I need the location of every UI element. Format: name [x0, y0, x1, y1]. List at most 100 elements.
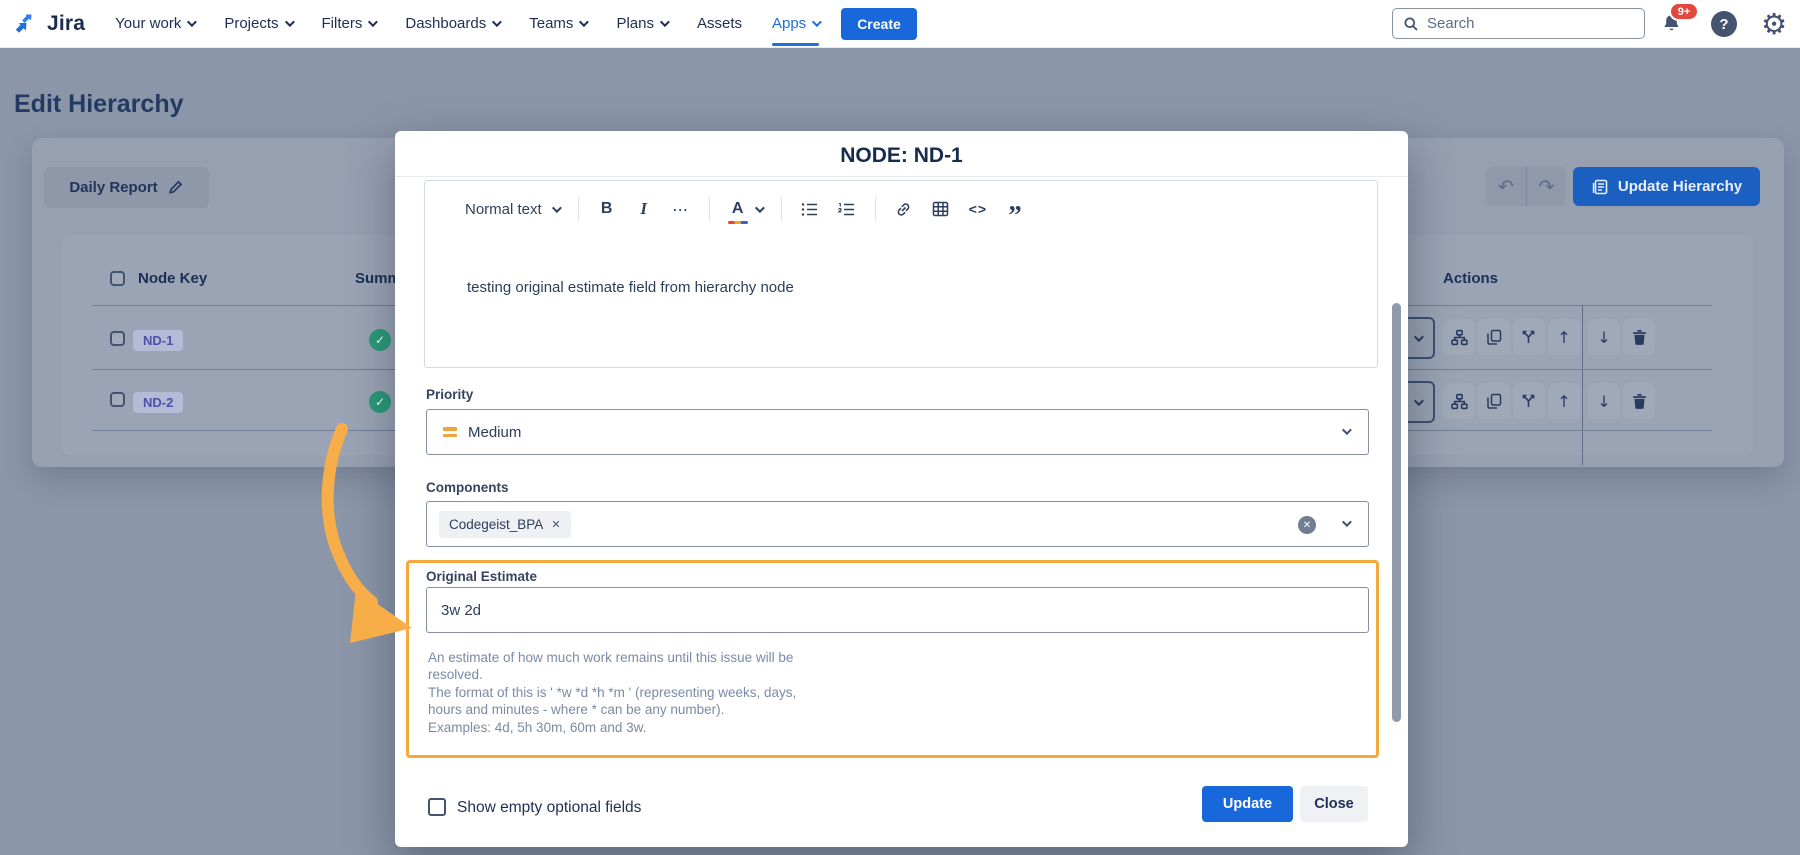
- show-empty-fields-checkbox[interactable]: [428, 798, 446, 816]
- editor-toolbar: Normal text B I ⋯ A: [465, 197, 1024, 221]
- italic-button[interactable]: I: [635, 197, 653, 221]
- chevron-down-icon: [1342, 425, 1352, 435]
- move-up-button[interactable]: ↑: [1548, 319, 1580, 355]
- chevron-down-icon[interactable]: [755, 203, 765, 213]
- nav-item-projects[interactable]: Projects: [224, 0, 291, 48]
- move-down-button[interactable]: ↓: [1588, 383, 1620, 419]
- numbered-list-icon: [838, 202, 855, 217]
- search-input[interactable]: [1427, 15, 1607, 32]
- branch-icon: [1521, 329, 1537, 345]
- description-editor[interactable]: Normal text B I ⋯ A: [424, 180, 1378, 368]
- jira-screen: Jira Your work Projects Filters Dashboar…: [0, 0, 1800, 855]
- modal-title: NODE: ND-1: [395, 144, 1408, 168]
- top-nav: Jira Your work Projects Filters Dashboar…: [0, 0, 1800, 48]
- numbered-list-button[interactable]: [838, 197, 856, 221]
- notification-count-badge: 9+: [1669, 2, 1699, 21]
- bullet-list-button[interactable]: [801, 197, 819, 221]
- undo-button[interactable]: ↶: [1486, 167, 1526, 206]
- update-hierarchy-button[interactable]: Update Hierarchy: [1573, 167, 1760, 206]
- search-icon: [1403, 16, 1419, 32]
- branch-button[interactable]: [1513, 383, 1545, 419]
- search-box[interactable]: [1392, 8, 1645, 39]
- priority-medium-icon: [443, 427, 457, 437]
- tree-icon: [1451, 329, 1468, 346]
- remove-tag-icon[interactable]: ✕: [551, 518, 560, 531]
- modal-scrollbar[interactable]: [1392, 303, 1401, 722]
- undo-redo-group: ↶ ↷: [1486, 167, 1566, 206]
- move-up-button[interactable]: ↑: [1548, 383, 1580, 419]
- toolbar-divider: [875, 197, 876, 221]
- status-check-icon: ✓: [369, 329, 391, 351]
- report-name-chip[interactable]: Daily Report: [44, 167, 209, 208]
- create-button[interactable]: Create: [841, 8, 917, 40]
- hierarchy-tree-button[interactable]: [1443, 383, 1475, 419]
- row-checkbox[interactable]: [110, 331, 125, 346]
- update-button[interactable]: Update: [1202, 786, 1293, 822]
- nav-item-filters[interactable]: Filters: [322, 0, 376, 48]
- jira-logo[interactable]: Jira: [14, 11, 85, 37]
- original-estimate-label: Original Estimate: [426, 569, 537, 584]
- jira-logo-text: Jira: [47, 12, 85, 36]
- report-name: Daily Report: [69, 179, 157, 196]
- gear-icon: ⚙: [1761, 10, 1787, 39]
- node-key-badge[interactable]: ND-1: [133, 330, 183, 351]
- text-color-button[interactable]: A: [729, 197, 747, 221]
- redo-button[interactable]: ↷: [1526, 167, 1566, 206]
- link-icon: [895, 201, 912, 218]
- insert-table-button[interactable]: [932, 197, 950, 221]
- delete-button[interactable]: [1623, 383, 1655, 419]
- description-text[interactable]: testing original estimate field from hie…: [467, 279, 794, 296]
- original-estimate-help: An estimate of how much work remains unt…: [428, 649, 888, 736]
- components-label: Components: [426, 480, 509, 495]
- priority-label: Priority: [426, 387, 473, 402]
- chevron-down-icon: [187, 17, 197, 27]
- nav-item-plans[interactable]: Plans: [616, 0, 667, 48]
- copy-button[interactable]: [1478, 383, 1510, 419]
- jira-logo-icon: [14, 11, 40, 37]
- bold-button[interactable]: B: [598, 197, 616, 221]
- chevron-down-icon: [1342, 517, 1352, 527]
- nav-item-assets[interactable]: Assets: [697, 0, 742, 48]
- chevron-down-icon: [579, 17, 589, 27]
- quote-button[interactable]: ”: [1006, 197, 1024, 221]
- row-checkbox[interactable]: [110, 392, 125, 407]
- help-button[interactable]: ?: [1708, 0, 1740, 48]
- up-arrow-icon: ↑: [1557, 392, 1570, 411]
- modal-header: NODE: ND-1: [395, 131, 1408, 177]
- nav-item-dashboards[interactable]: Dashboards: [405, 0, 499, 48]
- link-button[interactable]: [895, 197, 913, 221]
- code-button[interactable]: <>: [969, 197, 987, 221]
- original-estimate-input[interactable]: [426, 587, 1369, 633]
- table-icon: [932, 201, 949, 217]
- select-all-checkbox[interactable]: [110, 271, 125, 286]
- column-header-node-key: Node Key: [138, 270, 207, 287]
- copy-icon: [1486, 329, 1502, 345]
- chevron-down-icon: [284, 17, 294, 27]
- hierarchy-tree-button[interactable]: [1443, 319, 1475, 355]
- down-arrow-icon: ↓: [1597, 328, 1610, 347]
- up-arrow-icon: ↑: [1557, 328, 1570, 347]
- text-style-dropdown[interactable]: Normal text: [465, 201, 559, 218]
- nav-item-your-work[interactable]: Your work: [115, 0, 194, 48]
- bullet-list-icon: [801, 202, 818, 217]
- chevron-down-icon: [492, 17, 502, 27]
- clear-all-icon[interactable]: ✕: [1298, 516, 1316, 534]
- branch-button[interactable]: [1513, 319, 1545, 355]
- trash-icon: [1632, 329, 1647, 345]
- priority-select[interactable]: Medium: [426, 409, 1369, 455]
- move-down-button[interactable]: ↓: [1588, 319, 1620, 355]
- node-key-badge[interactable]: ND-2: [133, 392, 183, 413]
- column-header-actions: Actions: [1443, 270, 1498, 287]
- nav-item-teams[interactable]: Teams: [529, 0, 586, 48]
- nav-item-apps[interactable]: Apps: [772, 0, 819, 48]
- toolbar-divider: [781, 197, 782, 221]
- copy-button[interactable]: [1478, 319, 1510, 355]
- nav-items: Your work Projects Filters Dashboards Te…: [115, 0, 819, 48]
- down-arrow-icon: ↓: [1597, 392, 1610, 411]
- more-formatting-button[interactable]: ⋯: [672, 197, 690, 221]
- components-select[interactable]: Codegeist_BPA ✕ ✕: [426, 501, 1369, 547]
- settings-button[interactable]: ⚙: [1756, 0, 1792, 48]
- close-button[interactable]: Close: [1300, 786, 1368, 822]
- delete-button[interactable]: [1623, 319, 1655, 355]
- pencil-icon: [167, 179, 184, 196]
